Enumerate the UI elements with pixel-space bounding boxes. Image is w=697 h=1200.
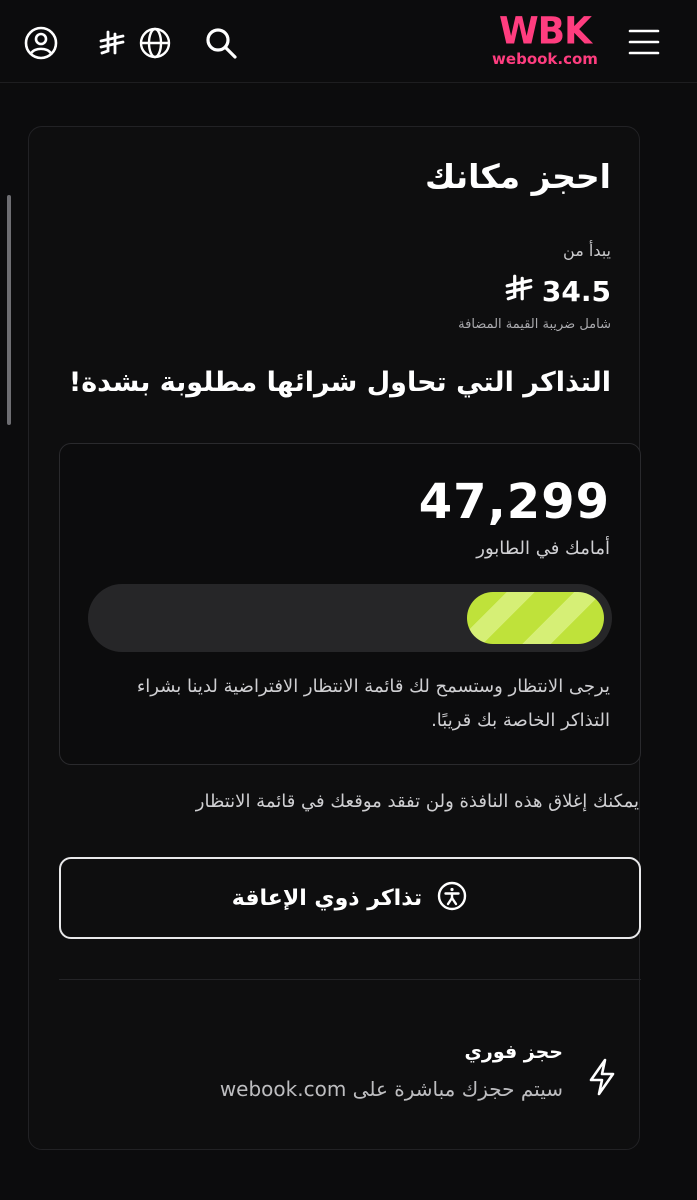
logo-mark: WBK (498, 9, 592, 53)
queue-position-label: أمامك في الطابور (476, 538, 610, 559)
queue-progress-bar (88, 584, 612, 652)
queue-progress-fill (467, 592, 604, 644)
queue-box: 47,299 أمامك في الطابور يرجى الانتظار وس… (59, 443, 641, 765)
profile-icon[interactable] (22, 24, 60, 62)
vat-note: شامل ضريبة القيمة المضافة (458, 317, 611, 332)
accessibility-tickets-label: تذاكر ذوي الإعاقة (231, 885, 423, 911)
webook-logo[interactable]: WBK webook.com (489, 9, 601, 68)
queue-message: يرجى الانتظار وستسمح لك قائمة الانتظار ا… (136, 676, 610, 731)
search-icon[interactable] (202, 24, 240, 62)
divider (59, 979, 641, 980)
accessibility-icon (436, 880, 468, 916)
riyal-currency-icon (504, 273, 534, 310)
riyal-currency-icon[interactable] (96, 27, 128, 59)
menu-icon[interactable] (626, 26, 662, 58)
instant-booking-description: سيتم حجزك مباشرة على webook.com (219, 1077, 563, 1101)
queue-position: 47,299 (418, 474, 610, 530)
logo-domain: webook.com (492, 50, 598, 68)
demand-heading: التذاكر التي تحاول شرائها مطلوبة بشدة! (68, 367, 611, 398)
price-value: 34.5 (541, 275, 611, 308)
instant-booking-title: حجز فوري (464, 1041, 563, 1063)
booking-card: احجز مكانك يبدأ من 34.5 شامل ضريبة القيم… (28, 126, 641, 1150)
accessibility-tickets-button[interactable]: تذاكر ذوي الإعاقة (59, 857, 641, 939)
price: 34.5 (504, 273, 611, 310)
close-window-note: يمكنك إغلاق هذه النافذة ولن تفقد موقعك ف… (195, 791, 639, 812)
starts-from-label: يبدأ من (563, 241, 611, 260)
top-bar: WBK webook.com (0, 0, 697, 83)
scrollbar[interactable] (7, 195, 11, 425)
page-title: احجز مكانك (424, 157, 611, 196)
lightning-icon (585, 1057, 619, 1101)
globe-icon[interactable] (136, 24, 174, 62)
